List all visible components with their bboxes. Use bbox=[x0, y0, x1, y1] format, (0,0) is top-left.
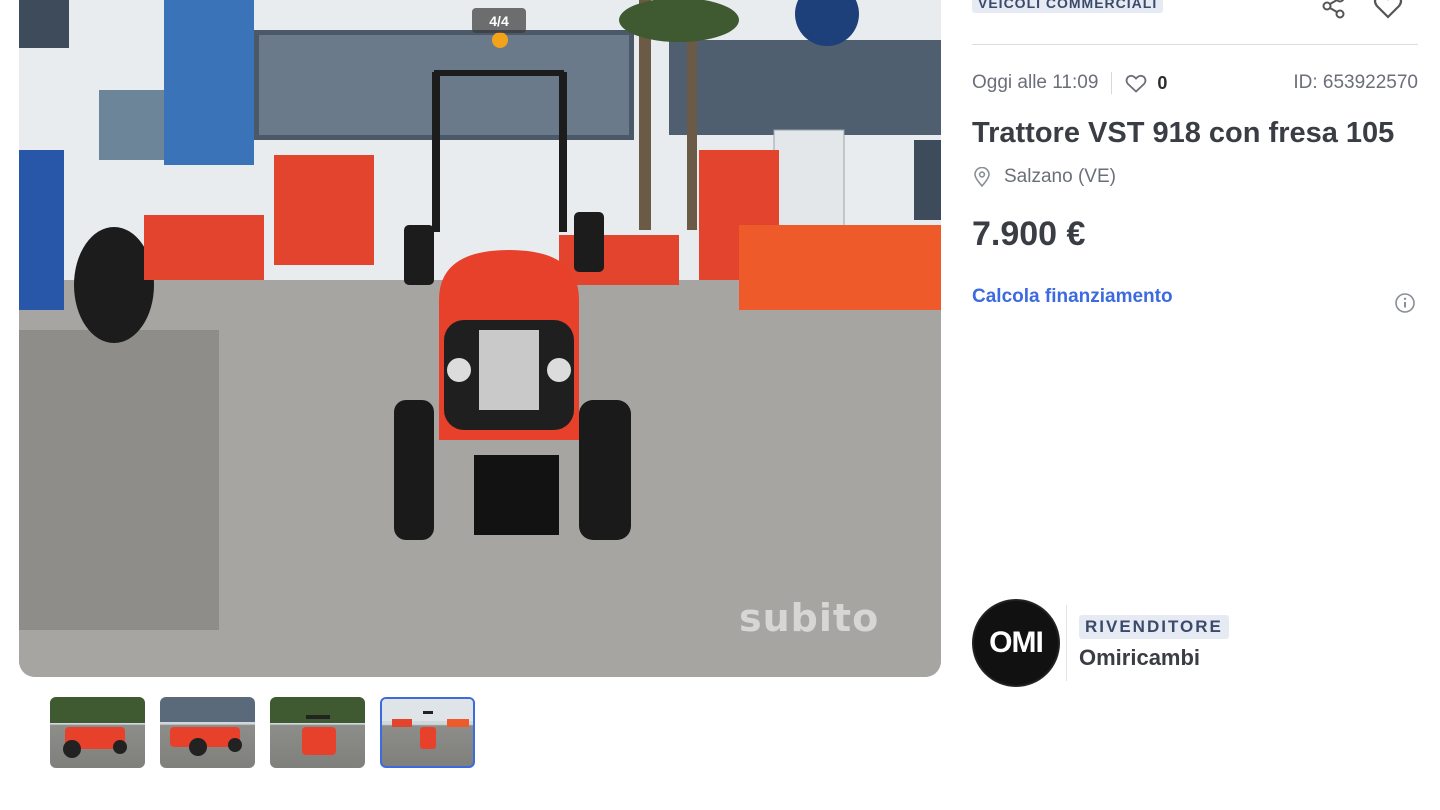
thumbnail-4-image bbox=[382, 699, 473, 749]
thumbnail-2[interactable] bbox=[160, 697, 255, 768]
favorite-button[interactable] bbox=[1372, 0, 1404, 20]
listing-meta-row: Oggi alle 11:09 0 ID: 653922570 bbox=[972, 70, 1418, 96]
listing-location: Salzano (VE) bbox=[974, 166, 1116, 188]
seller-logo[interactable]: OMI bbox=[972, 599, 1060, 687]
thumbnail-3-image bbox=[270, 697, 365, 755]
seller-card[interactable]: OMI RIVENDITORE Omiricambi bbox=[972, 599, 1229, 687]
calculate-financing-link[interactable]: Calcola finanziamento bbox=[972, 286, 1173, 308]
main-photo[interactable]: 4/4 subito bbox=[19, 0, 941, 677]
thumbnail-2-image bbox=[160, 697, 255, 756]
photo-counter-badge: 4/4 bbox=[472, 8, 526, 33]
heart-icon bbox=[1373, 0, 1403, 19]
thumbnail-3[interactable] bbox=[270, 697, 365, 768]
thumbnail-strip bbox=[50, 697, 475, 768]
header-divider bbox=[972, 44, 1418, 45]
category-badge[interactable]: VEICOLI COMMERCIALI bbox=[972, 0, 1164, 13]
info-icon bbox=[1395, 293, 1415, 313]
favorites-heart-icon bbox=[1126, 74, 1147, 93]
share-icon bbox=[1322, 0, 1345, 19]
financing-info-button[interactable] bbox=[1394, 292, 1416, 319]
tractor-photo bbox=[19, 0, 941, 677]
meta-separator bbox=[1111, 72, 1113, 94]
share-button[interactable] bbox=[1318, 0, 1350, 20]
subito-watermark: subito bbox=[739, 596, 880, 640]
ad-id: ID: 653922570 bbox=[1293, 72, 1418, 93]
seller-logo-text: OMI bbox=[989, 626, 1044, 659]
favorites-count: 0 bbox=[1157, 72, 1168, 93]
thumbnail-4[interactable] bbox=[380, 697, 475, 768]
action-icons bbox=[1318, 0, 1404, 20]
seller-separator bbox=[1066, 605, 1067, 681]
listing-price: 7.900 € bbox=[972, 215, 1086, 253]
seller-type-badge: RIVENDITORE bbox=[1079, 615, 1229, 639]
thumbnail-1-image bbox=[50, 697, 145, 758]
posted-date: Oggi alle 11:09 bbox=[972, 72, 1099, 93]
seller-name[interactable]: Omiricambi bbox=[1079, 645, 1229, 671]
pin-icon bbox=[974, 167, 990, 187]
thumbnail-1[interactable] bbox=[50, 697, 145, 768]
seller-info: RIVENDITORE Omiricambi bbox=[1079, 615, 1229, 671]
listing-title: Trattore VST 918 con fresa 105 bbox=[972, 117, 1395, 149]
location-text: Salzano (VE) bbox=[1004, 166, 1116, 187]
